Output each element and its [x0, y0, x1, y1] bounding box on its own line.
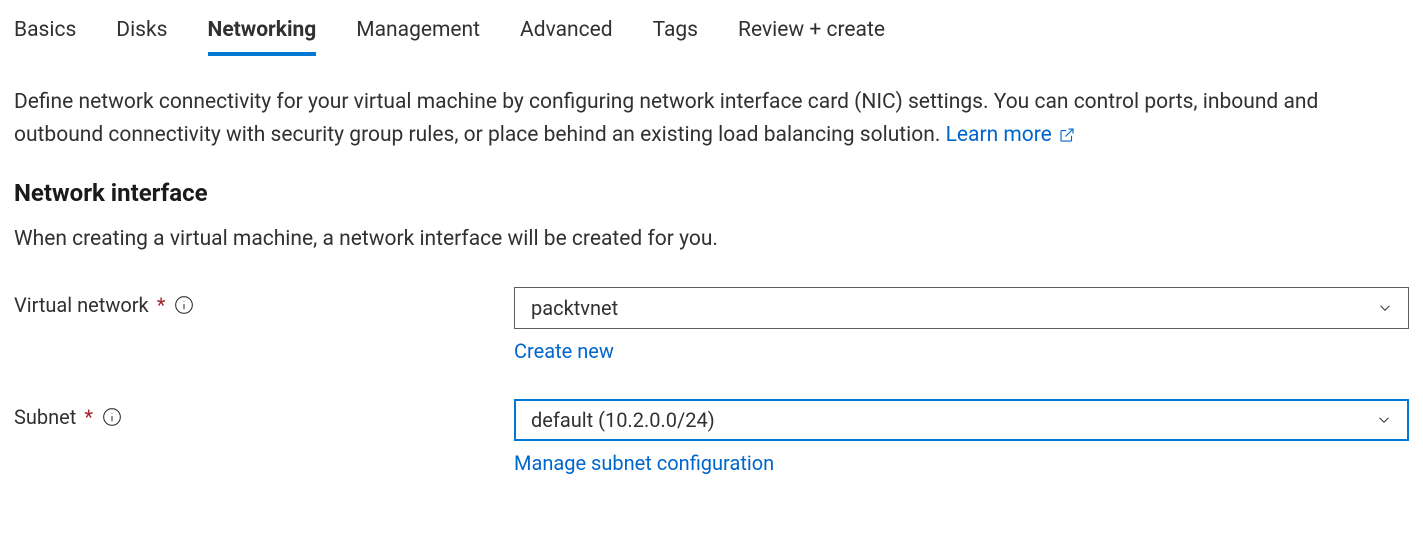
create-new-vnet-link[interactable]: Create new	[514, 339, 614, 363]
virtual-network-value: packtvnet	[531, 296, 618, 320]
tab-management[interactable]: Management	[356, 14, 480, 56]
subnet-info-button[interactable]	[101, 406, 123, 428]
manage-subnet-link[interactable]: Manage subnet configuration	[514, 451, 774, 475]
page-description: Define network connectivity for your vir…	[14, 86, 1409, 151]
virtual-network-select[interactable]: packtvnet	[514, 287, 1409, 329]
subnet-label-group: Subnet *	[14, 399, 514, 429]
chevron-down-icon	[1375, 411, 1393, 429]
form-row-subnet: Subnet * default (10.2.0.0/24) Manage su…	[14, 399, 1409, 475]
virtual-network-info-button[interactable]	[173, 294, 195, 316]
virtual-network-label-group: Virtual network *	[14, 287, 514, 317]
section-subtitle: When creating a virtual machine, a netwo…	[14, 227, 1409, 251]
info-icon	[174, 295, 194, 315]
tab-networking[interactable]: Networking	[208, 14, 317, 56]
tab-advanced[interactable]: Advanced	[520, 14, 613, 56]
external-link-icon	[1058, 126, 1076, 144]
subnet-value: default (10.2.0.0/24)	[531, 408, 715, 432]
learn-more-label: Learn more	[946, 119, 1052, 152]
description-text: Define network connectivity for your vir…	[14, 90, 1318, 147]
required-indicator: *	[84, 405, 93, 429]
tab-review-create[interactable]: Review + create	[738, 14, 885, 56]
tab-disks[interactable]: Disks	[116, 14, 167, 56]
required-indicator: *	[157, 293, 166, 317]
section-title: Network interface	[14, 179, 1409, 207]
tab-tags[interactable]: Tags	[653, 14, 698, 56]
virtual-network-label: Virtual network	[14, 293, 149, 317]
virtual-network-input-col: packtvnet Create new	[514, 287, 1409, 363]
info-icon	[102, 407, 122, 427]
learn-more-link[interactable]: Learn more	[946, 119, 1076, 152]
tab-basics[interactable]: Basics	[14, 14, 76, 56]
tabs-bar: Basics Disks Networking Management Advan…	[14, 14, 1409, 56]
subnet-input-col: default (10.2.0.0/24) Manage subnet conf…	[514, 399, 1409, 475]
chevron-down-icon	[1376, 299, 1394, 317]
subnet-label: Subnet	[14, 405, 76, 429]
subnet-select[interactable]: default (10.2.0.0/24)	[514, 399, 1409, 441]
form-row-virtual-network: Virtual network * packtvnet Create new	[14, 287, 1409, 363]
